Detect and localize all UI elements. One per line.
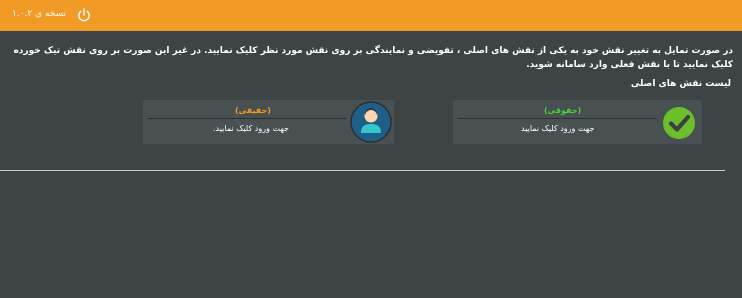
role-hint: جهت ورود کلیک نمایید xyxy=(521,124,595,133)
card-divider xyxy=(148,118,346,119)
role-label: (حقیقی) xyxy=(235,106,271,115)
divider-line xyxy=(0,170,725,171)
role-card-legal[interactable]: (حقوقی) جهت ورود کلیک نمایید xyxy=(453,100,702,144)
intro-text: در صورت تمایل به تغییر نقش خود به یکی از… xyxy=(13,46,733,70)
section-title: لیست نقش های اصلی xyxy=(630,79,731,89)
power-icon[interactable] xyxy=(76,7,92,23)
role-card-real[interactable]: (حقیقی) جهت ورود کلیک نمایید. xyxy=(143,100,394,144)
top-bar: نسخه ی ۱.۰.۲ xyxy=(0,0,742,31)
version-label: نسخه ی ۱.۰.۲ xyxy=(12,9,67,19)
check-icon xyxy=(662,106,696,144)
card-divider xyxy=(458,118,656,119)
role-hint: جهت ورود کلیک نمایید. xyxy=(213,124,289,133)
role-label: (حقوقی) xyxy=(544,106,582,115)
user-avatar-icon xyxy=(350,101,392,147)
